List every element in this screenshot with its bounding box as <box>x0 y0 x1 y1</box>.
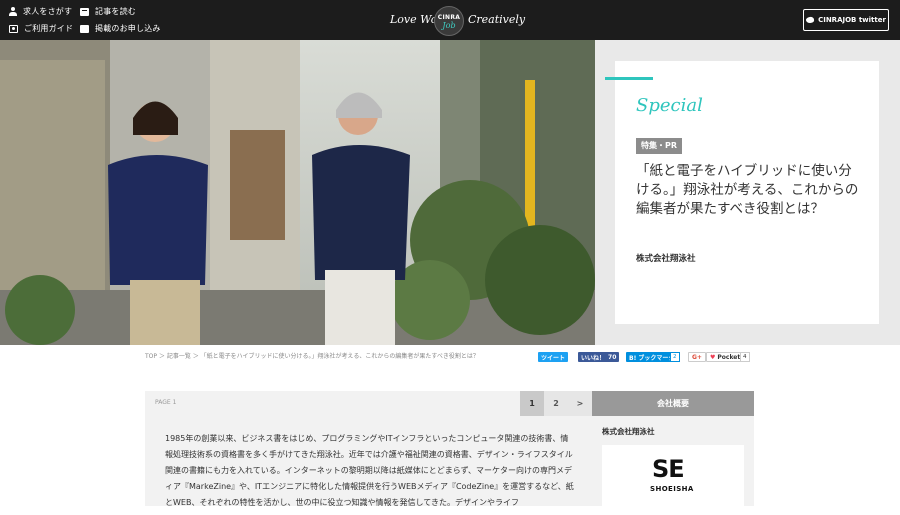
site-logo[interactable]: Love Work CINRA Job Creatively <box>390 4 525 36</box>
like-label: いいね！ <box>581 354 606 362</box>
pocket-count: 4 <box>740 352 750 362</box>
gplus-label: G+ <box>692 353 702 361</box>
page-label: PAGE 1 <box>155 399 177 406</box>
nav-apply-listing-label: 掲載のお申し込み <box>95 24 161 33</box>
mail-icon <box>80 24 89 33</box>
special-label: Special <box>636 95 703 116</box>
twitter-button[interactable]: CINRAJOB twitter <box>803 9 889 31</box>
logo-circle-bottom: Job <box>442 21 456 30</box>
tweet-button[interactable]: ツイート <box>538 352 569 362</box>
company-overview-heading: 会社概要 <box>592 391 754 416</box>
hero-photo <box>0 40 595 345</box>
bookmark-label: B! ブックマーク <box>629 354 675 362</box>
company-logo[interactable]: SE SHOEISHA <box>602 445 744 515</box>
bookmark-count: 2 <box>670 352 680 362</box>
nav-apply-listing[interactable]: 掲載のお申し込み <box>80 23 161 34</box>
article-body: 1985年の創業以来、ビジネス書をはじめ、プログラミングやITインフラといったコ… <box>145 416 592 507</box>
feature-title[interactable]: 「紙と電子をハイブリッドに使い分ける。」翔泳社が考える、これからの編集者が果たす… <box>636 162 862 219</box>
pocket-button[interactable]: ♥ Pocket <box>706 352 745 362</box>
person-icon <box>9 7 17 16</box>
nav-find-jobs[interactable]: 求人をさがす <box>9 6 72 17</box>
feature-company: 株式会社翔泳社 <box>636 254 696 264</box>
google-plus-button[interactable]: G+ <box>688 352 706 362</box>
like-count: 70 <box>608 353 617 361</box>
next-page-button[interactable]: > <box>568 391 592 416</box>
tweet-label: ツイート <box>541 354 566 362</box>
nav-find-jobs-label: 求人をさがす <box>23 7 73 16</box>
logo-circle: CINRA Job <box>434 6 464 36</box>
teal-accent-line <box>605 77 653 80</box>
article-paragraph: 1985年の創業以来、ビジネス書をはじめ、プログラミングやITインフラといったコ… <box>165 434 574 507</box>
page-1-button[interactable]: 1 <box>520 391 544 416</box>
twitter-button-label: CINRAJOB twitter <box>818 16 886 24</box>
pocket-icon: ♥ <box>710 353 716 361</box>
nav-read-articles-label: 記事を読む <box>95 7 136 16</box>
nav-read-articles[interactable]: 記事を読む <box>80 6 136 17</box>
nav-guide-label: ご利用ガイド <box>24 24 74 33</box>
guide-icon <box>9 24 18 33</box>
twitter-bird-icon <box>805 16 815 24</box>
nav-guide[interactable]: ご利用ガイド <box>9 23 73 34</box>
hero-photo-illustration <box>0 40 595 345</box>
breadcrumb[interactable]: TOP ＞ 記事一覧 ＞ 「紙と電子をハイブリッドに使い分ける。」翔泳社が考える… <box>145 352 490 362</box>
sidebar-company-name: 株式会社翔泳社 <box>602 427 655 436</box>
company-overview-panel: 株式会社翔泳社 SE SHOEISHA <box>592 416 754 515</box>
logo-right-script: Creatively <box>468 13 526 26</box>
pocket-label: Pocket <box>717 353 741 361</box>
logo-circle-top: CINRA <box>437 14 461 21</box>
company-logo-mark: SE <box>652 455 685 483</box>
company-logo-word: SHOEISHA <box>650 485 694 493</box>
book-icon <box>80 7 89 16</box>
page-2-button[interactable]: 2 <box>544 391 568 416</box>
category-badge: 特集・PR <box>636 138 683 154</box>
top-bar: 求人をさがす 記事を読む ご利用ガイド 掲載のお申し込み Love Work C… <box>0 0 900 40</box>
facebook-like-button[interactable]: いいね！ 70 <box>578 352 620 362</box>
